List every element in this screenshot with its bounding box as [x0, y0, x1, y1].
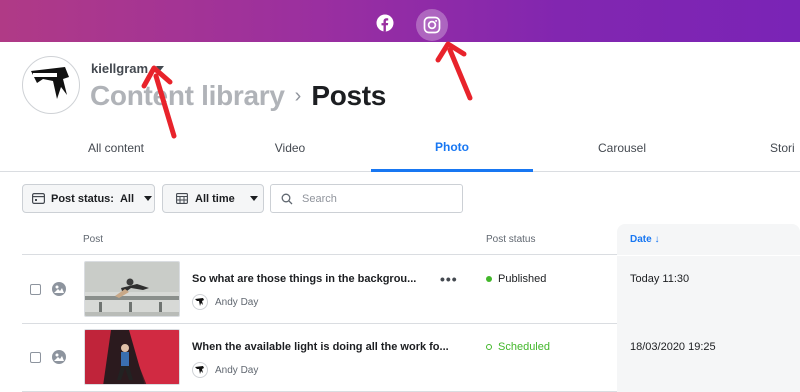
post-date: Today 11:30	[630, 273, 690, 285]
caret-down-icon	[144, 196, 153, 201]
content-tabs: All content Video Photo Carousel Stori	[0, 124, 800, 172]
post-author: Andy Day	[192, 294, 258, 310]
tab-photo[interactable]: Photo	[371, 124, 533, 172]
date-cell-bg	[617, 324, 800, 392]
post-thumbnail[interactable]	[84, 261, 180, 317]
post-title[interactable]: When the available light is doing all th…	[192, 341, 449, 353]
search-input[interactable]: Search	[270, 184, 463, 213]
table-row[interactable]: When the available light is doing all th…	[22, 324, 800, 392]
calendar-list-icon	[32, 193, 45, 204]
annotation-arrow-icon	[435, 41, 473, 101]
post-status-label: Post status:	[51, 192, 114, 205]
platform-switcher-bar	[0, 0, 800, 42]
photo-type-icon	[52, 282, 66, 296]
tab-carousel[interactable]: Carousel	[572, 124, 672, 172]
breadcrumb: Content library › Posts	[90, 80, 386, 112]
column-header-date[interactable]: Date ↓	[630, 234, 659, 245]
status-text: Scheduled	[498, 341, 550, 353]
post-status-filter[interactable]: Post status: All	[22, 184, 155, 213]
author-avatar	[192, 362, 208, 378]
table-row[interactable]: So what are those things in the backgrou…	[22, 256, 800, 324]
search-icon	[281, 193, 293, 204]
search-placeholder: Search	[302, 192, 337, 205]
date-cell-bg	[617, 256, 800, 324]
published-dot-icon	[486, 276, 492, 282]
author-name: Andy Day	[215, 364, 259, 376]
post-thumbnail[interactable]	[84, 329, 180, 385]
row-checkbox[interactable]	[30, 352, 41, 363]
column-header-post: Post	[83, 234, 104, 245]
caret-down-icon	[156, 66, 165, 71]
more-options-icon[interactable]: •••	[440, 271, 458, 287]
post-title[interactable]: So what are those things in the backgrou…	[192, 273, 416, 285]
time-range-filter[interactable]: All time	[162, 184, 264, 213]
author-avatar	[192, 294, 208, 310]
status-badge: Scheduled	[486, 341, 550, 353]
account-avatar[interactable]	[22, 56, 80, 114]
post-status-value: All	[119, 192, 135, 205]
time-range-value: All time	[195, 192, 235, 205]
table-header: Post Post status Date ↓	[22, 224, 800, 255]
scheduled-dot-icon	[486, 344, 492, 350]
breadcrumb-content-library[interactable]: Content library	[90, 80, 285, 112]
calendar-grid-icon	[176, 193, 188, 204]
post-date: 18/03/2020 19:25	[630, 341, 716, 353]
status-text: Published	[498, 273, 547, 285]
tab-all-content[interactable]: All content	[66, 124, 166, 172]
caret-down-icon	[249, 196, 258, 201]
facebook-icon[interactable]	[371, 9, 399, 37]
author-name: Andy Day	[215, 296, 259, 308]
column-header-status: Post status	[486, 234, 536, 245]
status-badge: Published	[486, 273, 546, 285]
account-name: kiellgram	[91, 61, 149, 76]
account-switcher[interactable]: kiellgram	[91, 61, 165, 76]
breadcrumb-separator: ›	[294, 84, 302, 107]
instagram-icon[interactable]	[416, 9, 448, 41]
post-author: Andy Day	[192, 362, 258, 378]
tab-video[interactable]: Video	[240, 124, 340, 172]
page-title: Posts	[311, 80, 387, 111]
row-checkbox[interactable]	[30, 284, 41, 295]
tab-stories[interactable]: Stori	[770, 124, 800, 172]
photo-type-icon	[52, 350, 66, 364]
